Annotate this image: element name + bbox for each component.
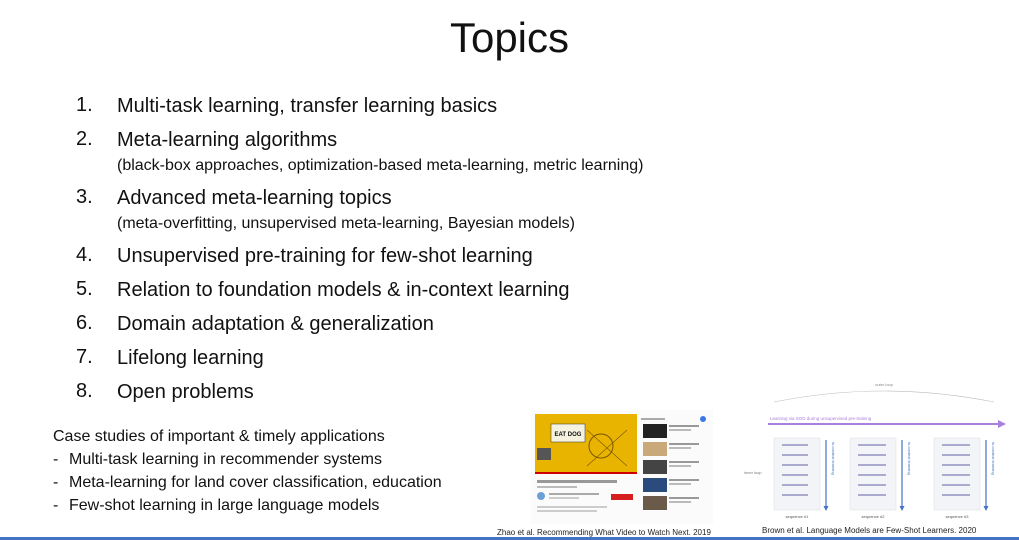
- topic-number: 4.: [76, 244, 93, 266]
- case-study-text: Few-shot learning in large language mode…: [69, 497, 380, 514]
- in-context-learning-label: in-context learning: [907, 442, 912, 475]
- topic-number: 7.: [76, 346, 93, 368]
- bullet-dash: -: [53, 474, 59, 491]
- topic-item: 8. Open problems: [76, 380, 776, 404]
- topic-number: 5.: [76, 278, 93, 300]
- case-study-item: - Multi-task learning in recommender sys…: [53, 451, 523, 469]
- topic-text: Meta-learning algorithms: [117, 129, 338, 151]
- topic-item: 3. Advanced meta-learning topics (meta-o…: [76, 186, 776, 234]
- bullet-dash: -: [53, 497, 59, 514]
- topic-item: 4. Unsupervised pre-training for few-sho…: [76, 244, 776, 268]
- bullet-dash: -: [53, 451, 59, 468]
- topic-item: 2. Meta-learning algorithms (black-box a…: [76, 128, 776, 176]
- topic-subtext: (black-box approaches, optimization-base…: [117, 157, 644, 174]
- topic-text: Domain adaptation & generalization: [117, 313, 434, 335]
- topics-list: 1. Multi-task learning, transfer learnin…: [76, 94, 776, 414]
- in-context-learning-figure: outer loop Learning via SGD during unsup…: [744, 380, 1016, 524]
- topic-text: Advanced meta-learning topics: [117, 187, 392, 209]
- figure-caption-right: Brown et al. Language Models are Few-Sho…: [762, 526, 977, 535]
- figure-caption-left: Zhao et al. Recommending What Video to W…: [497, 528, 711, 537]
- case-study-text: Meta-learning for land cover classificat…: [69, 474, 442, 491]
- topic-number: 1.: [76, 94, 93, 116]
- topic-item: 7. Lifelong learning: [76, 346, 776, 370]
- case-study-text: Multi-task learning in recommender syste…: [69, 451, 382, 468]
- topic-text: Open problems: [117, 381, 254, 403]
- sequence-label: sequence #3: [946, 514, 970, 519]
- slide-title: Topics: [449, 14, 570, 61]
- topic-number: 2.: [76, 128, 93, 150]
- in-context-learning-diagram: outer loop Learning via SGD during unsup…: [744, 382, 1006, 519]
- case-study-item: - Few-shot learning in large language mo…: [53, 497, 523, 515]
- youtube-recommendation-figure: EAT DOG: [531, 410, 713, 524]
- youtube-screenshot-thumbnail: EAT DOG: [531, 410, 713, 524]
- video-player: [535, 414, 637, 474]
- topic-number: 6.: [76, 312, 93, 334]
- case-studies-heading: Case studies of important & timely appli…: [53, 428, 385, 445]
- outer-loop-label: outer loop: [875, 382, 894, 387]
- topic-text: Lifelong learning: [117, 347, 264, 369]
- case-studies: Case studies of important & timely appli…: [53, 428, 523, 520]
- topic-subtext: (meta-overfitting, unsupervised meta-lea…: [117, 215, 575, 232]
- topic-number: 3.: [76, 186, 93, 208]
- topic-text: Relation to foundation models & in-conte…: [117, 279, 570, 301]
- inner-loop-label: inner loop: [744, 470, 762, 475]
- sequence-label: sequence #2: [862, 514, 886, 519]
- topic-item: 6. Domain adaptation & generalization: [76, 312, 776, 336]
- case-study-item: - Meta-learning for land cover classific…: [53, 474, 523, 492]
- in-context-learning-label: in-context learning: [991, 442, 996, 475]
- sequence-label: sequence #1: [786, 514, 810, 519]
- topic-number: 8.: [76, 380, 93, 402]
- in-context-learning-label: in-context learning: [831, 442, 836, 475]
- video-overlay-text: EAT DOG: [555, 432, 582, 438]
- topic-text: Multi-task learning, transfer learning b…: [117, 95, 498, 117]
- topic-item: 1. Multi-task learning, transfer learnin…: [76, 94, 776, 118]
- topic-text: Unsupervised pre-training for few-shot l…: [117, 245, 533, 267]
- topic-item: 5. Relation to foundation models & in-co…: [76, 278, 776, 302]
- pretraining-arrow-label: Learning via SGD during unsupervised pre…: [770, 416, 872, 421]
